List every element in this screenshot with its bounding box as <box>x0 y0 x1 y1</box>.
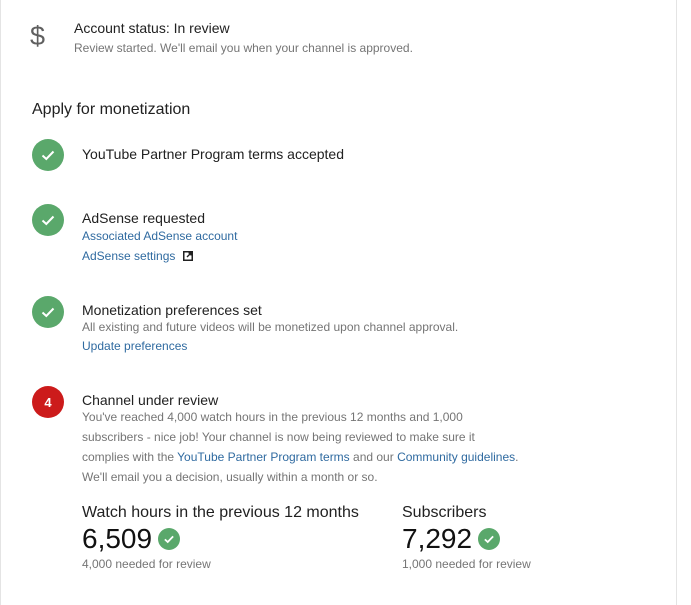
subscribers-note: 1,000 needed for review <box>402 557 531 571</box>
update-preferences-link[interactable]: Update preferences <box>82 338 187 354</box>
dollar-sign-icon: $ <box>30 21 46 51</box>
step-4-desc-line-2: subscribers - nice job! Your channel is … <box>82 430 475 444</box>
step-4-desc-line-3: complies with the YouTube Partner Progra… <box>82 447 518 467</box>
step-2-checkmark-icon <box>32 204 64 236</box>
step-2-title: AdSense requested <box>82 210 205 226</box>
step-3-checkmark-icon <box>32 296 64 328</box>
desc-text: complies with the <box>82 450 178 464</box>
checkmark-icon <box>478 528 501 550</box>
watch-hours-value: 6,509 <box>82 523 153 554</box>
account-status-subtitle: Review started. We'll email you when you… <box>74 41 413 55</box>
left-border <box>0 0 1 605</box>
subscribers-value-row: 7,292 <box>402 523 501 555</box>
associated-adsense-account-link[interactable]: Associated AdSense account <box>82 228 237 244</box>
watch-hours-value-row: 6,509 <box>82 523 181 555</box>
external-link-icon <box>182 249 193 265</box>
adsense-settings-label: AdSense settings <box>82 249 176 263</box>
adsense-settings-link[interactable]: AdSense settings <box>82 248 193 265</box>
desc-text: . <box>515 450 519 464</box>
community-guidelines-link[interactable]: Community guidelines <box>397 450 515 464</box>
right-border <box>676 0 677 605</box>
step-4-desc-line-4: We'll email you a decision, usually with… <box>82 470 378 484</box>
step-3-description: All existing and future videos will be m… <box>82 320 459 334</box>
youtube-partner-program-terms-link[interactable]: YouTube Partner Program terms <box>177 450 350 464</box>
subscribers-value: 7,292 <box>402 523 473 554</box>
checkmark-icon <box>158 528 181 550</box>
subscribers-label: Subscribers <box>402 504 487 521</box>
watch-hours-note: 4,000 needed for review <box>82 557 211 571</box>
account-status-title: Account status: In review <box>74 20 230 36</box>
step-1-checkmark-icon <box>32 139 64 171</box>
section-title: Apply for monetization <box>32 101 191 118</box>
step-1-title: YouTube Partner Program terms accepted <box>82 146 344 162</box>
watch-hours-label: Watch hours in the previous 12 months <box>82 504 359 521</box>
step-4-number-badge: 4 <box>32 386 64 418</box>
step-4-desc-line-1: You've reached 4,000 watch hours in the … <box>82 410 463 424</box>
desc-text: and our <box>349 450 398 464</box>
